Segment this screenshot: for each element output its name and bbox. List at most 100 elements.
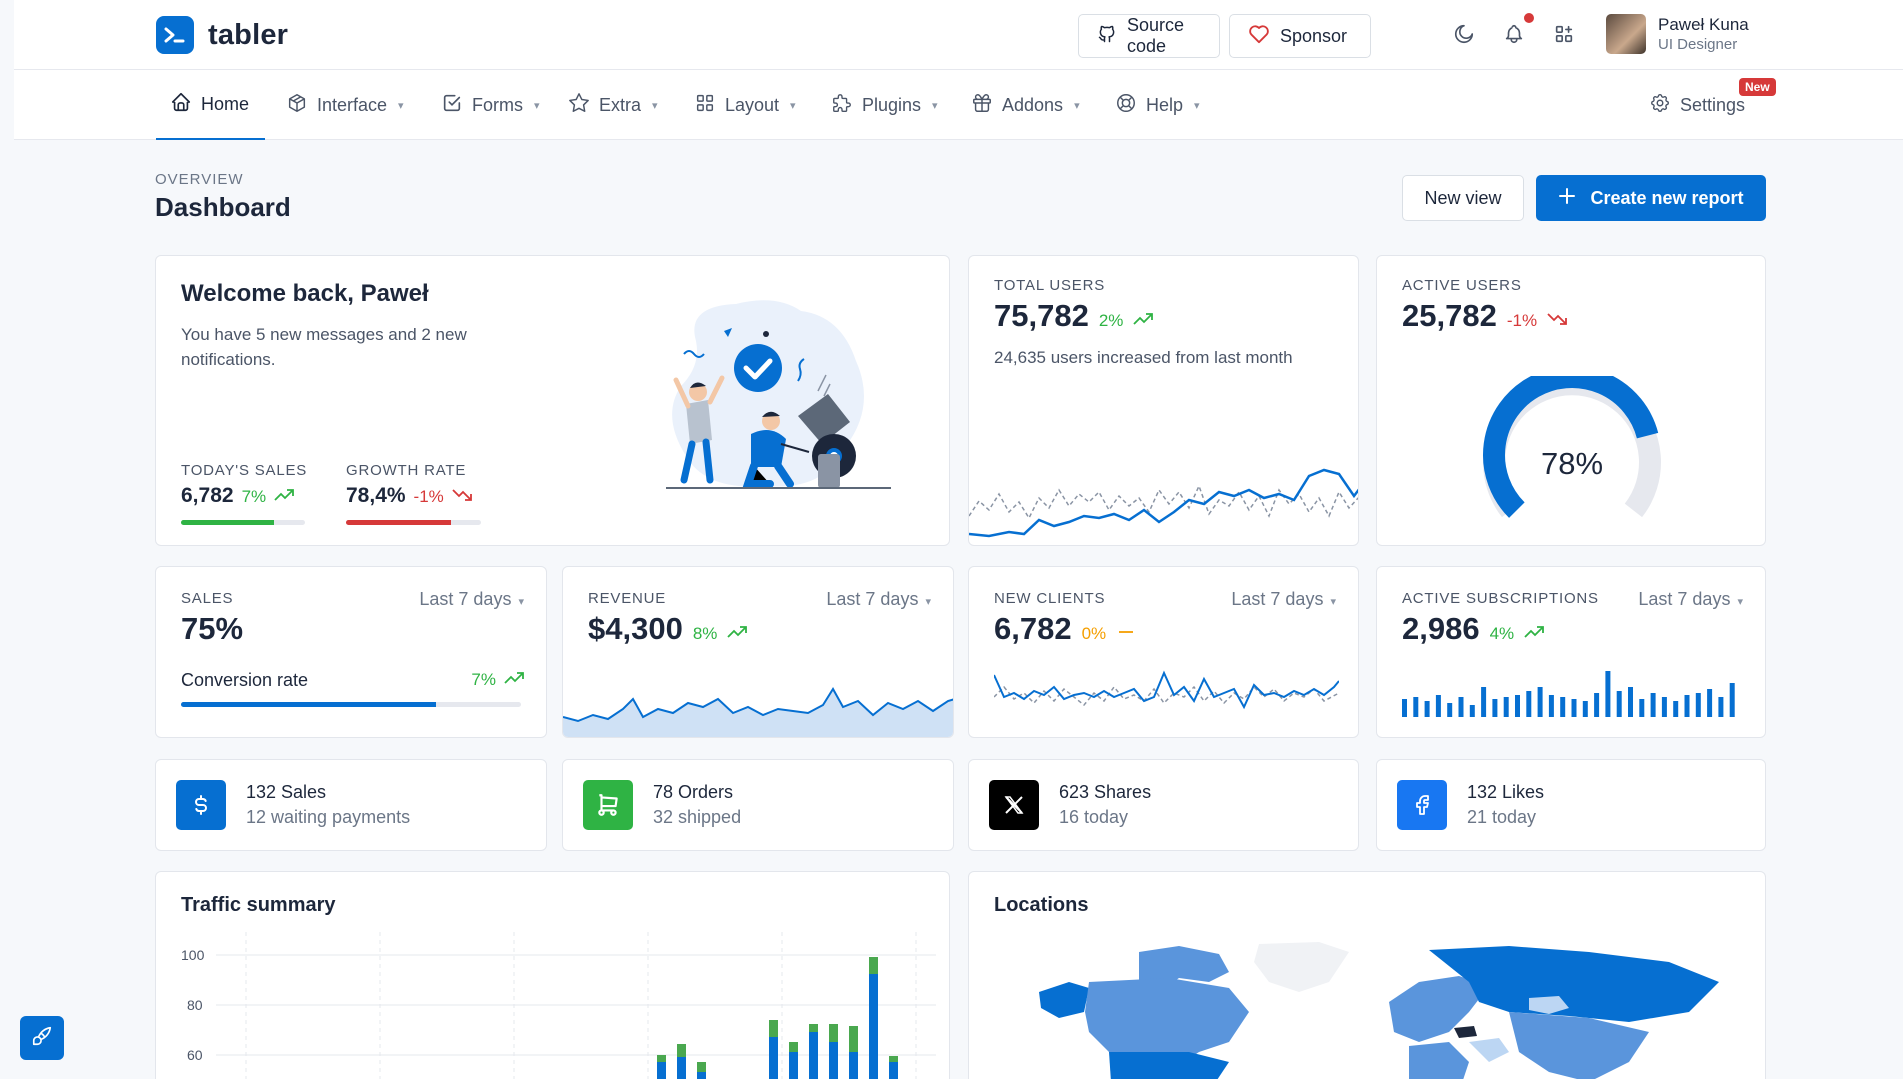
currency-dollar-icon (176, 780, 226, 830)
subscription-bar (1537, 687, 1543, 717)
chevron-down-icon: ▾ (1074, 99, 1080, 112)
todays-sales-value: 6,782 (181, 484, 234, 507)
stat-line2: 21 today (1467, 807, 1537, 827)
nav-item-addons[interactable]: Addons ▾ (971, 70, 1080, 140)
conversion-rate-label: Conversion rate (181, 670, 309, 690)
world-map (1039, 942, 1719, 1079)
home-icon (170, 91, 192, 118)
active-subscriptions-row: 2,986 4% (1402, 611, 1545, 647)
nav-label: Help (1146, 94, 1184, 115)
active-subscriptions-barchart (1402, 671, 1735, 717)
todays-sales-row: 6,782 7% (181, 484, 295, 508)
new-clients-change: 0% (1081, 624, 1107, 643)
stat-line1: 623 Shares (1059, 782, 1152, 802)
subscription-bar (1695, 693, 1701, 717)
sales-value: 75% (181, 611, 244, 646)
theme-settings-button[interactable] (20, 1016, 64, 1060)
trending-up-icon (1133, 311, 1154, 331)
revenue-sparkline (563, 687, 953, 737)
notifications-button[interactable] (1500, 13, 1534, 50)
checkbox-icon (441, 92, 463, 119)
moon-icon (1453, 23, 1475, 50)
chevron-down-icon: ▾ (1330, 596, 1336, 608)
stat-line2: 32 shipped (653, 807, 742, 827)
active-subscriptions-value: 2,986 (1402, 611, 1480, 646)
subscription-bar (1616, 691, 1622, 717)
create-report-button[interactable]: Create new report (1536, 175, 1766, 221)
revenue-card: REVENUE Last 7 days ▾ $4,300 8% (562, 566, 954, 738)
subscription-bar (1594, 693, 1600, 717)
stat-card-shares[interactable]: 623 Shares 16 today (968, 759, 1359, 851)
plus-icon (1558, 187, 1576, 210)
total-users-label: TOTAL USERS (994, 277, 1106, 294)
welcome-card: Welcome back, Paweł You have 5 new messa… (155, 255, 950, 546)
y-tick: 100 (181, 947, 205, 963)
brand-logo[interactable]: tabler (156, 16, 288, 54)
sales-period-dropdown[interactable]: Last 7 days ▾ (419, 589, 524, 610)
trending-down-icon (1547, 311, 1567, 331)
nav-label: Layout (725, 94, 780, 115)
chevron-down-icon: ▾ (398, 99, 404, 112)
source-code-button[interactable]: Source code (1078, 14, 1220, 58)
revenue-period-dropdown[interactable]: Last 7 days ▾ (826, 589, 931, 610)
chevron-down-icon: ▾ (1194, 99, 1200, 112)
subscription-bar (1515, 695, 1520, 717)
user-role: UI Designer (1658, 36, 1738, 53)
growth-rate-row: 78,4% -1% (346, 484, 472, 508)
facebook-icon (1397, 780, 1447, 830)
traffic-summary-card: Traffic summary 100 80 60 (155, 871, 950, 1079)
total-users-change: 2% (1098, 311, 1124, 330)
welcome-title: Welcome back, Paweł (181, 280, 429, 307)
chevron-down-icon: ▾ (518, 596, 524, 608)
avatar (1606, 14, 1646, 54)
stat-line2: 12 waiting payments (246, 807, 411, 827)
active-users-card: ACTIVE USERS 25,782 -1% 78% (1376, 255, 1766, 546)
revenue-row: $4,300 8% (588, 611, 748, 647)
locations-card: Locations (968, 871, 1766, 1079)
growth-rate-label: GROWTH RATE (346, 462, 467, 479)
bell-icon (1503, 23, 1525, 50)
subscription-bar (1650, 693, 1656, 717)
sponsor-button[interactable]: Sponsor (1229, 14, 1371, 58)
nav-item-settings[interactable]: Settings (1649, 70, 1745, 140)
subscription-bar (1548, 695, 1554, 717)
nav-item-home[interactable]: Home (156, 70, 266, 140)
nav-item-layout[interactable]: Layout ▾ (694, 70, 796, 140)
subscription-bar (1435, 695, 1441, 717)
nav-item-help[interactable]: Help ▾ (1115, 70, 1200, 140)
trending-up-icon (274, 487, 295, 507)
conversion-rate-row: 7% (471, 670, 524, 690)
chevron-down-icon: ▾ (1737, 596, 1743, 608)
nav-item-extra[interactable]: Extra ▾ (568, 70, 658, 140)
active-subscriptions-period-dropdown[interactable]: Last 7 days ▾ (1638, 589, 1743, 610)
new-clients-period-dropdown[interactable]: Last 7 days ▾ (1231, 589, 1336, 610)
dark-mode-toggle[interactable] (1450, 22, 1478, 50)
nav-item-forms[interactable]: Forms ▾ (441, 70, 540, 140)
user-menu[interactable]: Paweł Kuna UI Designer (1606, 14, 1749, 54)
stat-card-orders[interactable]: 78 Orders 32 shipped (562, 759, 954, 851)
nav-item-interface[interactable]: Interface ▾ (286, 70, 404, 140)
page-title: Dashboard (155, 192, 291, 222)
conversion-rate-change: 7% (471, 670, 496, 689)
subscription-bar (1571, 699, 1577, 717)
todays-sales-change: 7% (241, 487, 267, 506)
active-users-label: ACTIVE USERS (1402, 277, 1522, 294)
locations-title: Locations (994, 894, 1089, 916)
subscription-bar (1707, 689, 1713, 717)
nav-label: Addons (1002, 94, 1064, 115)
chevron-down-icon: ▾ (652, 99, 658, 112)
subscription-bar (1503, 697, 1509, 717)
welcome-text: You have 5 new messages and 2 new notifi… (181, 325, 467, 369)
puzzle-icon (831, 92, 853, 119)
brand-name: tabler (208, 18, 289, 51)
nav-label: Forms (472, 94, 523, 115)
stat-card-sales[interactable]: 132 Sales 12 waiting payments (155, 759, 547, 851)
user-name: Paweł Kuna (1658, 15, 1749, 34)
minus-icon (1116, 624, 1136, 644)
new-view-button[interactable]: New view (1402, 175, 1524, 221)
apps-button[interactable] (1550, 22, 1578, 50)
stat-card-likes[interactable]: 132 Likes 21 today (1376, 759, 1766, 851)
nav-item-plugins[interactable]: Plugins ▾ (831, 70, 938, 140)
new-clients-card: NEW CLIENTS Last 7 days ▾ 6,782 0% (968, 566, 1359, 738)
total-users-sparkline (969, 468, 1358, 538)
